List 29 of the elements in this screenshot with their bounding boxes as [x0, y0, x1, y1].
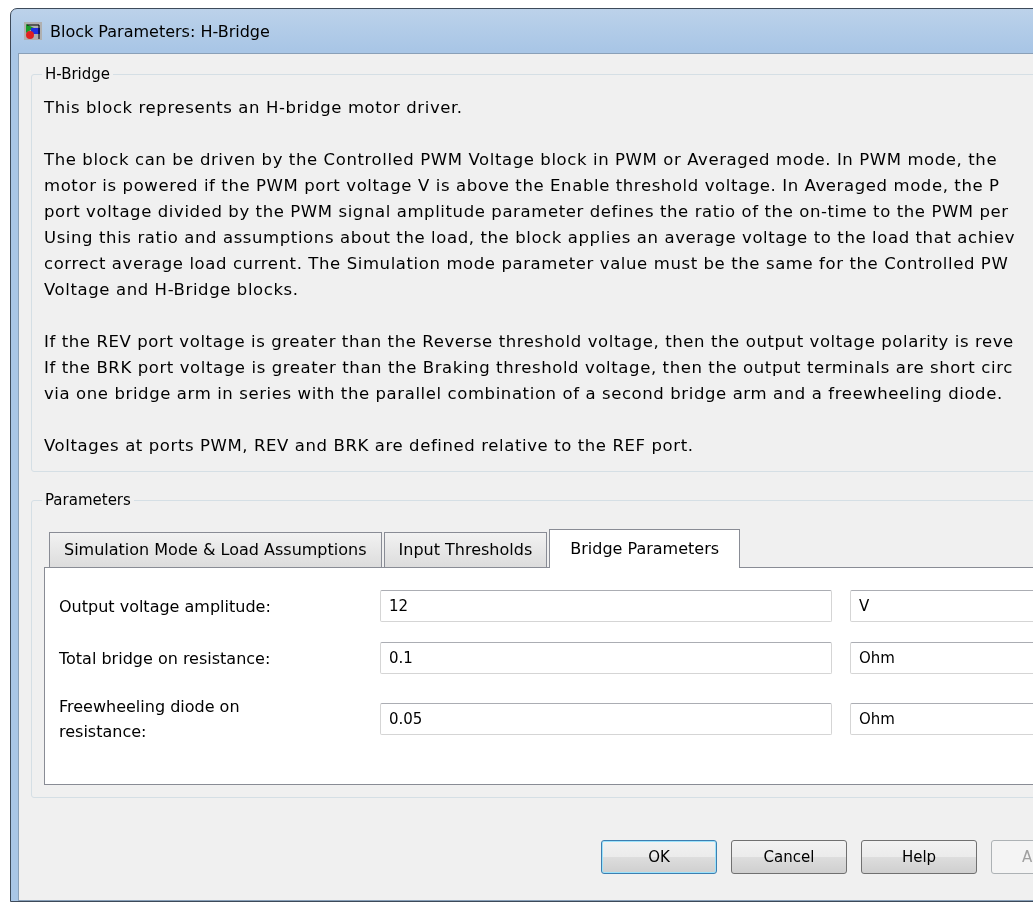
unit-field[interactable]: Ohm: [850, 642, 1033, 674]
description-text: Using this ratio and assumptions about the load, the block applies an average voltage to the load that achiev: [44, 227, 1017, 249]
value-field[interactable]: 0.1: [380, 642, 832, 674]
description-text: port voltage divided by the PWM signal amplitude parameter defines the ratio of the on-time to the PWM per: [44, 201, 1010, 223]
description-text: motor is powered if the PWM port voltage V is above the Enable threshold voltage. In Averaged mode, the P: [44, 175, 1001, 197]
field-label: Total bridge on resistance:: [59, 647, 272, 670]
field-label: Freewheeling diode on resistance:: [59, 696, 241, 743]
group-title: H-Bridge: [42, 64, 114, 84]
dialog-button[interactable]: Help: [861, 840, 977, 874]
description-text: This block represents an H-bridge motor driver.: [44, 97, 464, 119]
tab[interactable]: Bridge Parameters: [549, 529, 741, 568]
value-field[interactable]: 12: [380, 590, 832, 622]
description-text: correct average load current. The Simulation mode parameter value must be the same for the Controlled PW: [44, 253, 1010, 275]
window-title: Block Parameters: H-Bridge: [50, 21, 270, 41]
unit-field[interactable]: V: [850, 590, 1033, 622]
field-label: Output voltage amplitude:: [59, 595, 272, 618]
app-icon: [24, 22, 42, 40]
description-text: Voltages at ports PWM, REV and BRK are defined relative to the REF port.: [44, 435, 695, 457]
description-text: via one bridge arm in series with the parallel combination of a second bridge arm and a freewheeling diode.: [44, 383, 1004, 405]
dialog-button[interactable]: Cancel: [731, 840, 847, 874]
description-text: Voltage and H-Bridge blocks.: [44, 279, 300, 301]
unit-field[interactable]: Ohm: [850, 703, 1033, 735]
tab[interactable]: Input Thresholds: [383, 532, 548, 567]
description-text: The block can be driven by the Controlled PWM Voltage block in PWM or Averaged mode. In PWM mode, the: [44, 149, 999, 171]
dialog-button[interactable]: OK: [601, 840, 717, 874]
description-text: If the REV port voltage is greater than the Reverse threshold voltage, then the output voltage polarity is reve: [44, 331, 1015, 353]
tab[interactable]: Simulation Mode & Load Assumptions: [49, 532, 382, 567]
value-field[interactable]: 0.05: [380, 703, 832, 735]
description-text: If the BRK port voltage is greater than the Braking threshold voltage, then the output terminals are short circ: [44, 357, 1014, 379]
